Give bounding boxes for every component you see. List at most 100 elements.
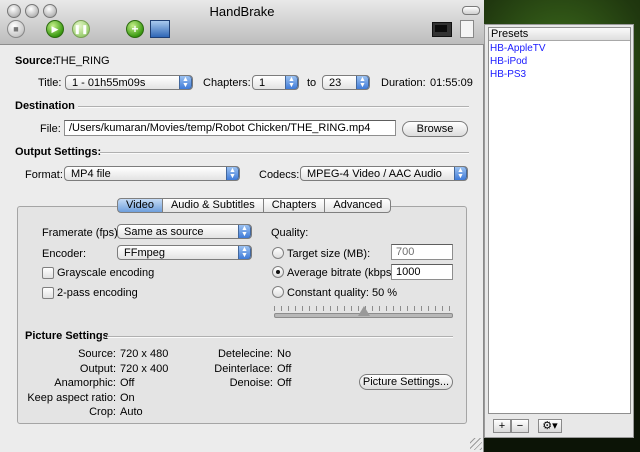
browse-button[interactable]: Browse [402, 121, 468, 137]
destination-heading: Destination [15, 100, 75, 112]
framerate-label: Framerate (fps): [42, 227, 121, 239]
zoom-window-button[interactable] [43, 4, 57, 18]
picture-source-label: Source: [78, 348, 116, 360]
keep-aspect-value: On [120, 392, 135, 404]
constant-quality-radio[interactable] [272, 286, 284, 298]
crop-label: Crop: [89, 406, 116, 418]
target-size-radio[interactable] [272, 247, 284, 259]
pause-button[interactable]: ❚❚ [72, 20, 90, 38]
chapters-label: Chapters: [203, 77, 251, 89]
encoder-popup-value: FFmpeg [124, 247, 165, 259]
title-label: Title: [38, 77, 62, 89]
output-divider [100, 152, 469, 154]
grayscale-label: Grayscale encoding [57, 267, 155, 279]
toggle-presets-button[interactable] [460, 20, 474, 38]
denoise-value: Off [277, 377, 292, 389]
toolbar-toggle-button[interactable] [462, 6, 480, 15]
picture-settings-button[interactable]: Picture Settings... [359, 374, 453, 390]
destination-divider [78, 106, 469, 108]
title-popup-value: 1 - 01h55m09s [72, 77, 146, 89]
remove-preset-button[interactable]: − [511, 419, 529, 433]
format-label: Format: [25, 169, 63, 181]
codecs-label: Codecs: [259, 169, 300, 181]
picture-output-value: 720 x 400 [120, 363, 169, 375]
chapter-end-value: 23 [329, 77, 342, 89]
detelecine-label: Detelecine: [217, 348, 273, 360]
grayscale-checkbox[interactable] [42, 267, 54, 279]
constant-quality-label: Constant quality: 50 % [287, 287, 398, 299]
codecs-popup[interactable]: MPEG-4 Video / AAC Audio ▲ ▼ [300, 166, 468, 181]
picture-divider [107, 336, 453, 338]
picture-output-label: Output: [79, 363, 116, 375]
plus-icon: + [131, 22, 139, 36]
preset-item[interactable]: HB-AppleTV [490, 43, 546, 54]
format-popup[interactable]: MP4 file ▲ ▼ [64, 166, 240, 181]
picture-settings-heading: Picture Settings [25, 330, 109, 342]
picture-source-value: 720 x 480 [120, 348, 169, 360]
quality-slider-knob[interactable] [357, 306, 370, 316]
tab-chapters[interactable]: Chapters [263, 198, 326, 213]
settings-tabs: Video Audio & Subtitles Chapters Advance… [117, 198, 392, 214]
target-size-field[interactable]: 700 [391, 244, 453, 260]
preset-item[interactable]: HB-iPod [490, 56, 527, 67]
file-label: File: [40, 123, 61, 135]
stop-icon: ■ [13, 24, 19, 34]
chapter-end-popup[interactable]: 23 ▲ ▼ [322, 75, 370, 90]
average-bitrate-field[interactable]: 1000 [391, 264, 453, 280]
popup-arrows-icon: ▲ ▼ [238, 225, 251, 238]
duration-value: 01:55:09 [430, 77, 473, 89]
preset-actions-button[interactable]: ⚙▾ [538, 419, 562, 433]
deinterlace-value: Off [277, 363, 292, 375]
source-value: THE_RING [54, 55, 110, 67]
denoise-label: Denoise: [229, 377, 273, 389]
popup-arrows-icon: ▲ ▼ [356, 76, 369, 89]
presets-list [488, 27, 631, 414]
presets-column-header[interactable]: Presets [489, 28, 630, 41]
popup-arrows-icon: ▲ ▼ [238, 246, 251, 259]
average-bitrate-radio[interactable] [272, 266, 284, 278]
tab-advanced[interactable]: Advanced [325, 198, 392, 213]
terminal-icon [435, 25, 447, 32]
two-pass-checkbox[interactable] [42, 287, 54, 299]
add-preset-button[interactable]: + [493, 419, 511, 433]
resize-grip[interactable] [470, 438, 482, 450]
encoder-label: Encoder: [42, 248, 87, 260]
crop-value: Auto [120, 406, 143, 418]
two-pass-label: 2-pass encoding [57, 287, 138, 299]
average-bitrate-label: Average bitrate (kbps): [287, 267, 399, 279]
file-path-field[interactable]: /Users/kumaran/Movies/temp/Robot Chicken… [64, 120, 396, 136]
close-window-button[interactable] [7, 4, 21, 18]
window-title: HandBrake [209, 4, 275, 19]
popup-arrows-icon: ▲ ▼ [179, 76, 192, 89]
quality-label: Quality: [271, 227, 309, 239]
deinterlace-label: Deinterlace: [214, 363, 273, 375]
popup-arrows-icon: ▲ ▼ [285, 76, 298, 89]
popup-arrows-icon: ▲ ▼ [226, 167, 239, 180]
stop-button[interactable]: ■ [7, 20, 25, 38]
tab-audio-subtitles[interactable]: Audio & Subtitles [162, 198, 264, 213]
chapter-start-value: 1 [259, 77, 266, 89]
output-settings-heading: Output Settings: [15, 146, 102, 158]
title-popup[interactable]: 1 - 01h55m09s ▲ ▼ [65, 75, 193, 90]
preset-item[interactable]: HB-PS3 [490, 69, 526, 80]
show-queue-button[interactable] [150, 20, 170, 38]
anamorphic-label: Anamorphic: [54, 377, 116, 389]
pause-icon: ❚❚ [73, 24, 89, 34]
gear-icon: ⚙▾ [542, 420, 558, 432]
add-to-queue-button[interactable]: + [126, 20, 144, 38]
target-size-label: Target size (MB): [287, 248, 371, 260]
minimize-window-button[interactable] [25, 4, 39, 18]
framerate-popup-value: Same as source [124, 226, 204, 238]
duration-label: Duration: [381, 77, 426, 89]
codecs-popup-value: MPEG-4 Video / AAC Audio [307, 168, 442, 180]
chapter-start-popup[interactable]: 1 ▲ ▼ [252, 75, 299, 90]
tab-video[interactable]: Video [117, 198, 163, 213]
framerate-popup[interactable]: Same as source ▲ ▼ [117, 224, 252, 239]
start-button[interactable]: ▶ [46, 20, 64, 38]
anamorphic-value: Off [120, 377, 135, 389]
popup-arrows-icon: ▲ ▼ [454, 167, 467, 180]
play-icon: ▶ [51, 24, 59, 34]
encoder-popup[interactable]: FFmpeg ▲ ▼ [117, 245, 252, 260]
to-label: to [307, 77, 317, 89]
keep-aspect-label: Keep aspect ratio: [27, 392, 116, 404]
